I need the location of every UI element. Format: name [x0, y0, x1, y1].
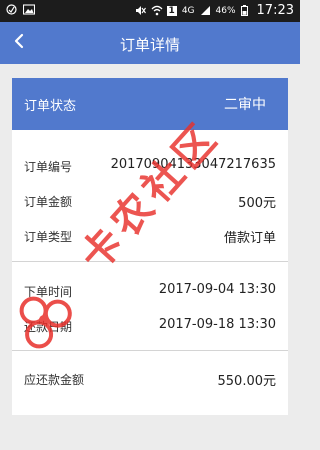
network-type: 4G [181, 5, 195, 16]
order-time-label: 下单时间 [24, 285, 73, 299]
repayment-date-row: 还款日期 2017-09-18 13:30 [24, 316, 276, 336]
repayment-amount-row: 应还款金额 550.00元 [24, 369, 276, 389]
wifi-icon [151, 5, 163, 16]
battery-icon [240, 5, 252, 16]
repayment-amount-label: 应还款金额 [24, 373, 85, 387]
repayment-date-value: 2017-09-18 13:30 [158, 317, 276, 332]
order-type-row: 订单类型 借款订单 [24, 226, 276, 246]
order-status-value: 二审中 [224, 97, 266, 113]
page-title: 订单详情 [119, 36, 180, 54]
mute-icon [135, 5, 146, 16]
divider [12, 261, 288, 262]
order-number-value: 20170904133047217635 [110, 157, 276, 172]
sim-badge: 1 [166, 5, 177, 16]
order-number-row: 订单编号 20170904133047217635 [24, 156, 276, 176]
order-type-value: 借款订单 [223, 231, 276, 246]
status-bar: 1 4G 46% 17:23 [0, 0, 300, 22]
order-amount-value: 500元 [238, 196, 276, 211]
signal-icon [200, 5, 211, 16]
image-icon [22, 4, 36, 15]
order-status-label: 订单状态 [24, 99, 77, 114]
clock: 17:23 [256, 3, 294, 18]
repayment-date-label: 还款日期 [24, 320, 73, 334]
nav-bar: 订单详情 [0, 22, 300, 64]
order-number-label: 订单编号 [24, 160, 73, 174]
divider [12, 350, 288, 351]
order-type-label: 订单类型 [24, 230, 73, 244]
order-detail-card: 订单状态 二审中 订单编号 20170904133047217635 订单金额 … [12, 78, 288, 415]
order-time-value: 2017-09-04 13:30 [158, 282, 276, 297]
notification-icon [6, 4, 17, 15]
order-time-row: 下单时间 2017-09-04 13:30 [24, 281, 276, 301]
battery-percent: 46% [215, 5, 236, 16]
order-amount-label: 订单金额 [24, 195, 73, 209]
repayment-amount-value: 550.00元 [217, 374, 277, 389]
order-status-row: 订单状态 二审中 [12, 78, 288, 130]
order-amount-row: 订单金额 500元 [24, 191, 276, 211]
